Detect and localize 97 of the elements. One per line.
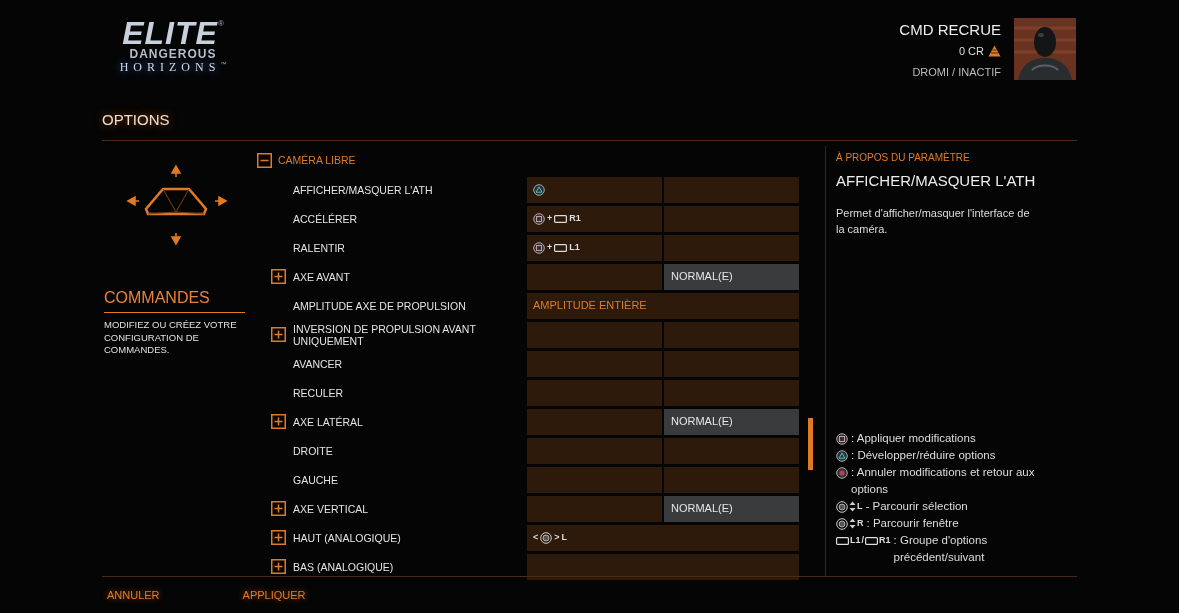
- up-down-arrows-icon: [849, 501, 856, 512]
- commander-name: CMD RECRUE: [899, 21, 1001, 39]
- analog-stick-icon: [836, 500, 848, 513]
- key-label: L: [561, 530, 568, 544]
- analog-binding-cell[interactable]: [527, 553, 799, 580]
- rank-emblem-icon: [988, 45, 1001, 58]
- command-label[interactable]: AXE AVANT: [293, 270, 527, 283]
- command-label[interactable]: BAS (ANALOGIQUE): [293, 560, 527, 573]
- secondary-binding-cell[interactable]: [664, 350, 799, 377]
- shoulder-button-icon: [554, 214, 568, 223]
- credits-text: 0 CR: [958, 44, 984, 59]
- expand-icon[interactable]: [270, 530, 286, 545]
- key-label: R1: [879, 534, 891, 547]
- analog-binding-cell[interactable]: < > L: [527, 524, 799, 551]
- setting-title: AFFICHER/MASQUER L'ATH: [836, 171, 1037, 191]
- primary-binding-cell[interactable]: [527, 437, 662, 464]
- scrollbar-thumb[interactable]: [808, 418, 813, 470]
- circle-button-icon: [836, 466, 848, 479]
- about-heading: À PROPOS DU PARAMÈTRE: [836, 150, 971, 165]
- key-label: /: [861, 534, 865, 547]
- key-label: >: [554, 530, 560, 544]
- logo-title: ELITE: [122, 18, 218, 48]
- analog-stick-icon: [540, 531, 553, 544]
- expand-icon[interactable]: [270, 559, 286, 574]
- shoulder-button-icon: [554, 243, 568, 252]
- triangle-button-icon: [836, 449, 848, 462]
- footer-button[interactable]: ANNULER: [107, 586, 160, 604]
- triangle-button-icon: [533, 183, 545, 196]
- secondary-binding-cell[interactable]: [664, 379, 799, 406]
- binding-cell[interactable]: [527, 263, 662, 290]
- expand-icon[interactable]: [270, 327, 286, 342]
- legend-text: : Développer/réduire options: [851, 448, 996, 463]
- key-label: R: [857, 517, 864, 530]
- command-label[interactable]: RECULER: [293, 386, 527, 399]
- legend-text: : Groupe d'options précédent/suivant: [893, 533, 989, 565]
- command-label[interactable]: AVANCER: [293, 357, 527, 370]
- secondary-binding-cell[interactable]: [664, 234, 799, 261]
- shoulder-button-icon: [865, 536, 879, 545]
- key-label: <: [533, 530, 539, 544]
- section-description: MODIFIEZ OU CRÉEZ VOTRE CONFIGURATION DE COMMANDES.: [104, 319, 238, 357]
- command-label[interactable]: DROITE: [293, 444, 527, 457]
- primary-binding-cell[interactable]: + L1: [527, 234, 662, 261]
- legend-text: : Annuler modifications et retour aux options: [851, 465, 1036, 497]
- logo-edition: HORIZONS: [119, 60, 221, 74]
- primary-binding-cell[interactable]: [527, 379, 662, 406]
- command-label[interactable]: AXE VERTICAL: [293, 502, 527, 515]
- command-label[interactable]: HAUT (ANALOGIQUE): [293, 531, 527, 544]
- secondary-binding-cell[interactable]: [664, 437, 799, 464]
- binding-cell[interactable]: [527, 408, 662, 435]
- expand-icon[interactable]: [270, 501, 286, 516]
- group-label[interactable]: CAMÉRA LIBRE: [278, 152, 356, 169]
- key-label: L1: [850, 534, 861, 547]
- legend-text: : Parcourir fenêtre: [866, 516, 959, 531]
- option-value-cell[interactable]: AMPLITUDE ENTIÈRE: [527, 292, 799, 319]
- legend-text: : Appliquer modifications: [851, 431, 976, 446]
- primary-binding-cell[interactable]: [527, 176, 662, 203]
- command-label[interactable]: GAUCHE: [293, 473, 527, 486]
- secondary-binding-cell[interactable]: [664, 205, 799, 232]
- expand-icon[interactable]: [270, 414, 286, 429]
- command-label[interactable]: AMPLITUDE AXE DE PROPULSION: [293, 299, 527, 312]
- command-label[interactable]: ACCÉLÉRER: [293, 212, 527, 225]
- analog-stick-icon: [836, 517, 848, 530]
- page-title: OPTIONS: [102, 109, 170, 130]
- axis-mode-cell[interactable]: NORMAL(E): [664, 408, 799, 435]
- shoulder-button-icon: [836, 536, 849, 545]
- axis-mode-cell[interactable]: NORMAL(E): [664, 263, 799, 290]
- square-button-icon: [533, 241, 545, 254]
- square-button-icon: [533, 212, 545, 225]
- status-text: DROMI / INACTIF: [912, 64, 1001, 80]
- key-label: R1: [569, 211, 581, 225]
- command-label[interactable]: AXE LATÉRAL: [293, 415, 527, 428]
- section-title: COMMANDES: [104, 289, 210, 306]
- secondary-binding-cell[interactable]: [664, 466, 799, 493]
- square-button-icon: [836, 432, 848, 445]
- key-label: +: [547, 240, 553, 254]
- command-label[interactable]: RALENTIR: [293, 241, 527, 254]
- legend-text: - Parcourir sélection: [865, 499, 968, 514]
- command-label[interactable]: AFFICHER/MASQUER L'ATH: [293, 183, 527, 196]
- primary-binding-cell[interactable]: + R1: [527, 205, 662, 232]
- key-label: L: [857, 500, 863, 513]
- logo-subtitle: DANGEROUS: [129, 48, 217, 60]
- expand-icon[interactable]: [270, 269, 286, 284]
- secondary-binding-cell[interactable]: [664, 176, 799, 203]
- primary-binding-cell[interactable]: [527, 466, 662, 493]
- footer-button[interactable]: APPLIQUER: [242, 586, 306, 604]
- key-label: +: [547, 211, 553, 225]
- registered-mark: ®: [217, 18, 224, 28]
- secondary-binding-cell[interactable]: [664, 321, 799, 348]
- setting-description: Permet d'afficher/masquer l'interface de la caméra.: [836, 205, 1031, 237]
- up-down-arrows-icon: [849, 518, 856, 529]
- primary-binding-cell[interactable]: [527, 321, 662, 348]
- collapse-icon[interactable]: [257, 153, 272, 168]
- axis-mode-cell[interactable]: NORMAL(E): [664, 495, 799, 522]
- command-label[interactable]: INVERSION DE PROPULSION AVANT UNIQUEMENT: [293, 322, 527, 347]
- primary-binding-cell[interactable]: [527, 350, 662, 377]
- key-label: L1: [569, 240, 580, 254]
- binding-cell[interactable]: [527, 495, 662, 522]
